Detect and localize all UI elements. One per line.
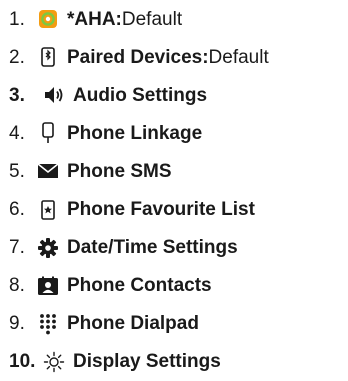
item-label: Phone Linkage xyxy=(67,122,203,144)
envelope-icon xyxy=(37,160,59,182)
brightness-icon xyxy=(43,351,65,373)
dialpad-icon xyxy=(37,313,59,335)
item-label: Phone Dialpad xyxy=(67,313,199,335)
item-label: Paired Devices: xyxy=(67,46,209,68)
favourite-list-icon xyxy=(37,199,59,221)
speaker-icon xyxy=(43,84,65,106)
item-label: Display Settings xyxy=(73,351,221,373)
item-label: *AHA: xyxy=(67,8,122,30)
item-number: 8. xyxy=(9,275,25,297)
item-number: 10. xyxy=(9,351,36,373)
item-number: 7. xyxy=(9,237,25,259)
item-number: 4. xyxy=(9,122,25,144)
item-label: Phone Favourite List xyxy=(67,199,255,221)
menu-item-display-settings[interactable]: 10. Display Settings xyxy=(9,343,348,381)
item-number: 6. xyxy=(9,199,25,221)
item-label: Phone SMS xyxy=(67,160,172,182)
bluetooth-icon xyxy=(37,46,59,68)
item-number: 1. xyxy=(9,8,25,30)
item-number: 9. xyxy=(9,313,25,335)
aha-icon xyxy=(37,8,59,30)
item-number: 3. xyxy=(9,84,25,106)
contacts-icon xyxy=(37,275,59,297)
menu-item-phone-sms[interactable]: 5. Phone SMS xyxy=(9,152,348,190)
menu-item-phone-dialpad[interactable]: 9. Phone Dialpad xyxy=(9,305,348,343)
item-label: Date/Time Settings xyxy=(67,237,238,259)
item-value: Default xyxy=(208,46,269,68)
item-number: 2. xyxy=(9,46,25,68)
menu-item-audio-settings[interactable]: 3. Audio Settings xyxy=(9,76,348,114)
menu-item-date-time-settings[interactable]: 7. Date/Time Settings xyxy=(9,229,348,267)
item-label: Phone Contacts xyxy=(67,275,212,297)
menu-item-phone-linkage[interactable]: 4. Phone Linkage xyxy=(9,114,348,152)
settings-menu: 1. *AHA: Default 2. Paired Devices: Defa… xyxy=(0,0,348,381)
item-label: Audio Settings xyxy=(73,84,208,106)
phone-linkage-icon xyxy=(37,122,59,144)
menu-item-phone-favourite-list[interactable]: 6. Phone Favourite List xyxy=(9,190,348,228)
menu-item-phone-contacts[interactable]: 8. Phone Contacts xyxy=(9,267,348,305)
menu-item-aha[interactable]: 1. *AHA: Default xyxy=(9,0,348,38)
menu-item-paired-devices[interactable]: 2. Paired Devices: Default xyxy=(9,38,348,76)
item-value: Default xyxy=(121,8,183,30)
gear-icon xyxy=(37,237,59,259)
item-number: 5. xyxy=(9,160,25,182)
